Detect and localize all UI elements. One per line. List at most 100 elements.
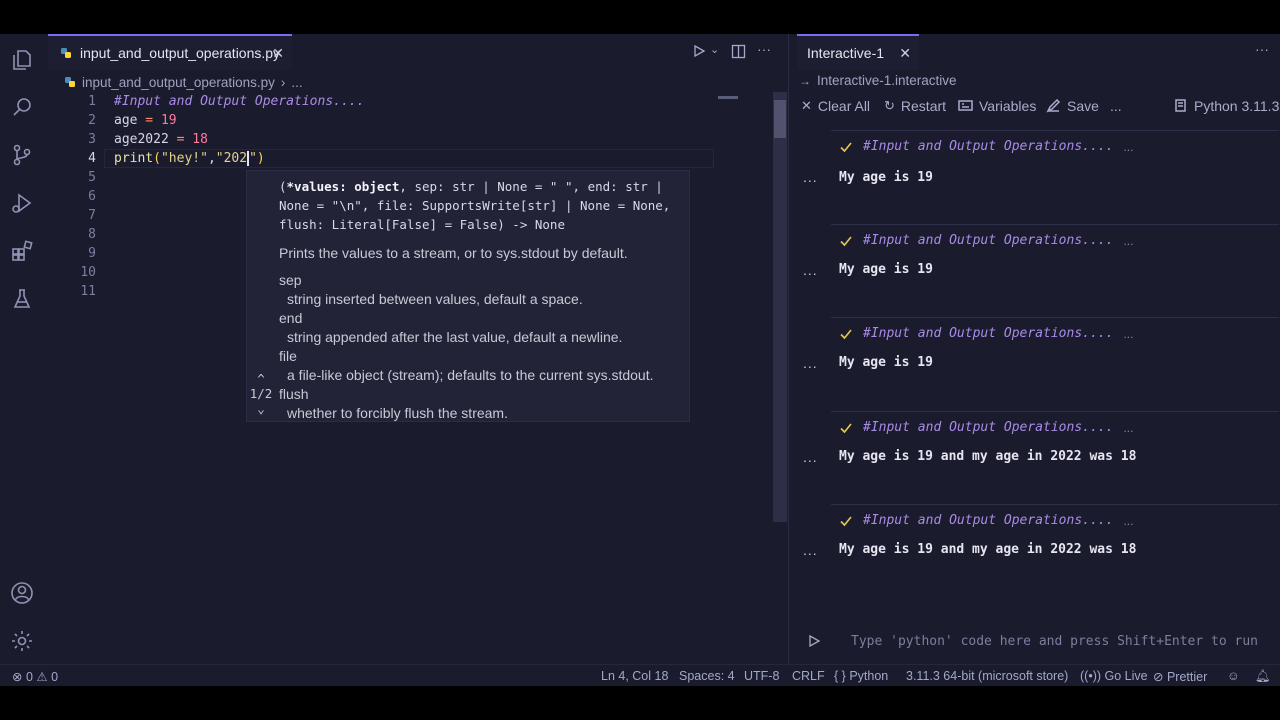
signature-description: Prints the values to a stream, or to sys… bbox=[279, 245, 628, 261]
editor-tab-bar: input_and_output_operations.py ✕ ⌄ ··· bbox=[44, 34, 788, 70]
close-tab-icon[interactable]: ✕ bbox=[272, 45, 284, 62]
save-button[interactable]: Save bbox=[1046, 98, 1099, 114]
code-line-2[interactable]: age = 19 bbox=[114, 111, 714, 130]
breadcrumb-file[interactable]: input_and_output_operations.py bbox=[82, 75, 275, 90]
end-of-line[interactable]: CRLF bbox=[792, 669, 825, 683]
warning-icon: ⚠ bbox=[36, 670, 48, 684]
cursor-position[interactable]: Ln 4, Col 18 bbox=[601, 669, 668, 683]
minimap[interactable] bbox=[718, 96, 738, 99]
run-dropdown-chevron-icon[interactable]: ⌄ bbox=[710, 43, 719, 56]
editor-scrollbar-track[interactable] bbox=[773, 92, 787, 522]
prettier-button[interactable]: ⊘ Prettier bbox=[1153, 669, 1207, 684]
cell-collapsed-more[interactable]: ... bbox=[1123, 421, 1133, 435]
source-control-icon[interactable] bbox=[8, 141, 36, 169]
prettier-check-icon: ⊘ bbox=[1153, 670, 1164, 684]
encoding[interactable]: UTF-8 bbox=[744, 669, 779, 683]
settings-gear-icon[interactable] bbox=[8, 627, 36, 655]
cell-input[interactable]: #Input and Output Operations.... ... bbox=[831, 317, 1279, 349]
feedback-icon[interactable]: ☺ bbox=[1227, 669, 1240, 683]
problems-indicator[interactable]: ⊗ 0 ⚠ 0 bbox=[12, 669, 58, 684]
interactive-input-field[interactable]: Type 'python' code here and press Shift+… bbox=[851, 634, 1258, 649]
restart-button[interactable]: ↻ Restart bbox=[884, 98, 946, 114]
cell-input[interactable]: #Input and Output Operations.... ... bbox=[831, 411, 1279, 443]
line-number: 11 bbox=[80, 284, 96, 299]
split-editor-icon[interactable] bbox=[731, 44, 746, 62]
line-number: 3 bbox=[88, 132, 96, 147]
param-desc: a file-like object (stream); defaults to… bbox=[287, 367, 654, 383]
output-actions-icon[interactable]: ... bbox=[803, 355, 818, 371]
testing-flask-icon[interactable] bbox=[8, 285, 36, 313]
editor-more-actions-icon[interactable]: ··· bbox=[757, 41, 771, 57]
activity-bar bbox=[0, 34, 44, 664]
next-overload-chevron-icon[interactable]: ⌄ bbox=[247, 401, 275, 416]
panel-more-actions-icon[interactable]: ··· bbox=[1255, 41, 1269, 57]
cell-input[interactable]: #Input and Output Operations.... ... bbox=[831, 130, 1279, 162]
language-label: Python bbox=[849, 669, 889, 683]
close-tab-icon[interactable]: ✕ bbox=[899, 45, 911, 62]
string-token: "202 bbox=[215, 151, 248, 166]
interactive-cell[interactable]: #Input and Output Operations.... ... ...… bbox=[789, 224, 1280, 294]
kernel-label: Python 3.11.3 bbox=[1194, 98, 1280, 114]
cell-output: My age is 19 and my age in 2022 was 18 bbox=[839, 542, 1137, 557]
cell-output: My age is 19 bbox=[839, 170, 933, 185]
cell-collapsed-more[interactable]: ... bbox=[1123, 327, 1133, 341]
output-actions-icon[interactable]: ... bbox=[803, 169, 818, 185]
interpreter-selector[interactable]: 3.11.3 64-bit (microsoft store) bbox=[906, 669, 1068, 683]
run-debug-icon[interactable] bbox=[8, 189, 36, 217]
line-number: 8 bbox=[88, 227, 96, 242]
line-number: 7 bbox=[88, 208, 96, 223]
account-icon[interactable] bbox=[8, 579, 36, 607]
toolbar-more-button[interactable]: ... bbox=[1110, 98, 1122, 114]
status-bar: ⊗ 0 ⚠ 0 Ln 4, Col 18 Spaces: 4 UTF-8 CRL… bbox=[0, 664, 1280, 686]
code-line-1[interactable]: #Input and Output Operations.... bbox=[114, 92, 714, 111]
previous-overload-chevron-icon[interactable]: ^ bbox=[247, 371, 275, 386]
interactive-tab-label: Interactive-1 bbox=[807, 45, 885, 61]
cell-input[interactable]: #Input and Output Operations.... ... bbox=[831, 224, 1279, 256]
success-check-icon bbox=[840, 141, 852, 152]
cell-collapsed-more[interactable]: ... bbox=[1123, 234, 1133, 248]
code-line-3[interactable]: age2022 = 18 bbox=[114, 130, 714, 149]
python-file-icon bbox=[61, 48, 71, 58]
search-icon[interactable] bbox=[8, 93, 36, 121]
extensions-icon[interactable] bbox=[8, 237, 36, 265]
run-python-file-icon[interactable] bbox=[692, 44, 706, 61]
param-desc: string appended after the last value, de… bbox=[287, 329, 623, 345]
kernel-picker-button[interactable]: Python 3.11.3 bbox=[1173, 98, 1279, 114]
code-line-4[interactable]: print("hey!","202 ") bbox=[114, 149, 714, 168]
interactive-cell[interactable]: #Input and Output Operations.... ... ...… bbox=[789, 504, 1280, 574]
number-token: 18 bbox=[192, 132, 208, 147]
string-token: "hey!" bbox=[160, 151, 208, 166]
save-icon bbox=[1046, 98, 1061, 114]
signature-help-popup: (*values: object, sep: str | None = " ",… bbox=[246, 170, 690, 422]
output-actions-icon[interactable]: ... bbox=[803, 542, 818, 558]
param-name: file bbox=[279, 348, 297, 364]
interactive-cell[interactable]: #Input and Output Operations.... ... ...… bbox=[789, 317, 1280, 387]
editor-scrollbar-thumb[interactable] bbox=[774, 100, 786, 138]
editor-tab-input-and-output[interactable]: input_and_output_operations.py ✕ bbox=[48, 34, 292, 70]
variables-button[interactable]: Variables bbox=[958, 98, 1036, 114]
explorer-icon[interactable] bbox=[8, 46, 36, 74]
window-bottom-bar bbox=[0, 686, 1280, 720]
error-icon: ⊗ bbox=[12, 670, 23, 684]
panel-breadcrumb-label[interactable]: Interactive-1.interactive bbox=[817, 73, 957, 88]
clear-all-button[interactable]: ✕ Clear All bbox=[801, 98, 870, 114]
run-cell-icon[interactable] bbox=[807, 634, 821, 648]
language-mode[interactable]: { } Python bbox=[834, 669, 888, 683]
indentation[interactable]: Spaces: 4 bbox=[679, 669, 735, 683]
cell-collapsed-more[interactable]: ... bbox=[1123, 514, 1133, 528]
interactive-cell[interactable]: #Input and Output Operations.... ... ...… bbox=[789, 411, 1280, 481]
go-live-button[interactable]: ((•)) Go Live bbox=[1080, 669, 1148, 683]
cell-collapsed-more[interactable]: ... bbox=[1123, 140, 1133, 154]
breadcrumb-more[interactable]: ... bbox=[291, 75, 302, 90]
signature-open-paren: ( bbox=[279, 179, 287, 194]
interactive-tab[interactable]: Interactive-1 ✕ bbox=[797, 34, 919, 70]
cell-input[interactable]: #Input and Output Operations.... ... bbox=[831, 504, 1279, 536]
interactive-window-icon: → bbox=[799, 73, 811, 88]
paren-token: ) bbox=[256, 151, 265, 166]
output-actions-icon[interactable]: ... bbox=[803, 449, 818, 465]
interactive-cell[interactable]: #Input and Output Operations.... ... ...… bbox=[789, 130, 1280, 200]
output-actions-icon[interactable]: ... bbox=[803, 262, 818, 278]
success-check-icon bbox=[840, 515, 852, 526]
notifications-bell-icon[interactable]: 🔔︎ bbox=[1255, 669, 1271, 684]
breadcrumb: input_and_output_operations.py › ... bbox=[64, 72, 303, 92]
